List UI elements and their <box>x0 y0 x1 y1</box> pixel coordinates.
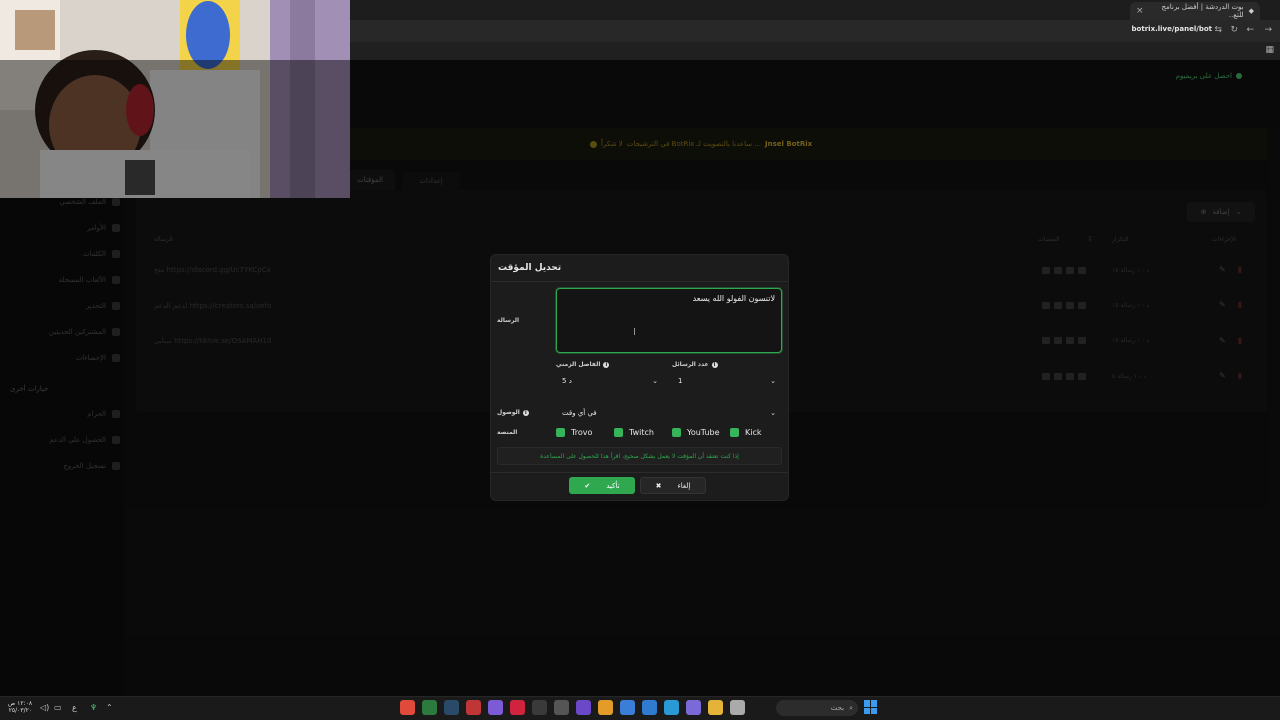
platform-name: Kick <box>745 428 762 437</box>
start-windows-icon[interactable] <box>864 700 878 714</box>
notepad-app-icon[interactable] <box>730 700 745 715</box>
platform-twitch-checkbox[interactable]: Twitch <box>614 428 654 437</box>
tab-favicon: ◆ <box>1248 7 1254 15</box>
steam-app-icon[interactable] <box>444 700 459 715</box>
settings-app-icon[interactable] <box>554 700 569 715</box>
platform-name: Trovo <box>571 428 593 437</box>
reach-label: الوصول <box>497 409 520 416</box>
language-indicator[interactable]: ع <box>72 703 77 712</box>
app-icon[interactable] <box>576 700 591 715</box>
chevron-down-icon: ⌄ <box>770 409 776 417</box>
tray-expand-icon[interactable]: ⌃ <box>106 703 113 712</box>
info-icon[interactable]: i <box>603 362 610 368</box>
divider <box>491 472 788 473</box>
clock-time: ١٢:٠٨ ص <box>8 700 33 707</box>
platform-label: المنصة <box>497 429 518 436</box>
reach-label-row: الوصول i <box>497 409 529 416</box>
taskbar-clock[interactable]: ١٢:٠٨ ص ٢٥/٠٣/٢٠ <box>8 700 32 714</box>
checkbox-checked-icon <box>614 428 623 437</box>
count-select[interactable]: 1 ⌄ <box>672 373 782 389</box>
explorer-app-icon[interactable] <box>708 700 723 715</box>
terminal-app-icon[interactable] <box>422 700 437 715</box>
taskbar-apps <box>400 700 745 715</box>
cancel-label: إلغاء <box>677 481 691 490</box>
checkbox-checked-icon <box>672 428 681 437</box>
forward-icon[interactable]: ← <box>1246 25 1254 35</box>
platform-kick-checkbox[interactable]: Kick <box>730 428 762 437</box>
text-cursor-icon: I <box>633 327 636 338</box>
divider <box>491 281 788 282</box>
help-note-link[interactable]: إذا كنت تعتقد أن المؤقت لا يعمل بشكل صحي… <box>497 447 782 465</box>
info-icon[interactable]: i <box>711 362 718 368</box>
tab-title: بوت الدردشة | أفضل برنامج للتع.. <box>1161 3 1244 19</box>
browser-tab[interactable]: ◆ بوت الدردشة | أفضل برنامج للتع.. × <box>1130 2 1260 20</box>
chevron-down-icon: ⌄ <box>652 377 658 385</box>
search-placeholder: بحث <box>830 704 845 712</box>
checkbox-checked-icon <box>730 428 739 437</box>
record-app-icon[interactable] <box>466 700 481 715</box>
count-label-row: عدد الرسائل i <box>672 361 718 368</box>
site-settings-icon[interactable]: ⇆ <box>1214 25 1222 35</box>
close-icon: ✖ <box>655 481 662 490</box>
mail-app-icon[interactable] <box>620 700 635 715</box>
confirm-label: تأكيد <box>606 481 620 490</box>
reach-select[interactable]: في أي وقت ⌄ <box>556 405 782 421</box>
volume-icon[interactable]: ◁) <box>40 703 49 712</box>
platform-trovo-checkbox[interactable]: Trovo <box>556 428 592 437</box>
opera-app-icon[interactable] <box>510 700 525 715</box>
reach-value: في أي وقت <box>562 409 597 417</box>
cancel-button[interactable]: ✖ إلغاء <box>640 477 706 494</box>
chrome-app-icon[interactable] <box>400 700 415 715</box>
store-app-icon[interactable] <box>642 700 657 715</box>
discord-app-icon[interactable] <box>488 700 503 715</box>
dialog-title: تحديل المؤقت <box>498 263 562 273</box>
chrome-canary-app-icon[interactable] <box>598 700 613 715</box>
check-icon: ✔ <box>584 481 591 490</box>
clock-date: ٢٥/٠٣/٢٠ <box>8 707 33 714</box>
count-value: 1 <box>678 377 683 385</box>
network-icon[interactable]: ▭ <box>54 703 62 712</box>
message-label: الرسالة <box>497 317 520 324</box>
apps-grid-icon[interactable]: ▦ <box>1265 45 1274 55</box>
url-text[interactable]: botrix.live/panel/bot <box>1132 25 1212 33</box>
taskbar-search[interactable]: بحث ⌕ <box>776 700 858 716</box>
info-icon[interactable]: i <box>522 410 529 416</box>
reload-icon[interactable]: ↻ <box>1230 25 1238 35</box>
platform-name: YouTube <box>687 428 720 437</box>
close-tab-icon[interactable]: × <box>1136 6 1144 16</box>
interval-select[interactable]: 5 د ⌄ <box>556 373 664 389</box>
back-icon[interactable]: → <box>1264 25 1272 35</box>
count-label: عدد الرسائل <box>672 361 709 368</box>
chevron-down-icon: ⌄ <box>770 377 776 385</box>
interval-value: 5 د <box>562 377 572 385</box>
copilot-app-icon[interactable] <box>686 700 701 715</box>
interval-label: الفاصل الزمني <box>556 361 601 368</box>
search-icon: ⌕ <box>849 703 853 712</box>
edge-app-icon[interactable] <box>664 700 679 715</box>
confirm-button[interactable]: ✔ تأكيد <box>569 477 635 494</box>
platform-name: Twitch <box>629 428 654 437</box>
platform-youtube-checkbox[interactable]: YouTube <box>672 428 720 437</box>
message-textarea[interactable] <box>556 288 782 353</box>
interval-label-row: الفاصل الزمني i <box>556 361 610 368</box>
checkbox-checked-icon <box>556 428 565 437</box>
mic-icon[interactable]: ♆ <box>90 703 97 712</box>
calculator-app-icon[interactable] <box>532 700 547 715</box>
